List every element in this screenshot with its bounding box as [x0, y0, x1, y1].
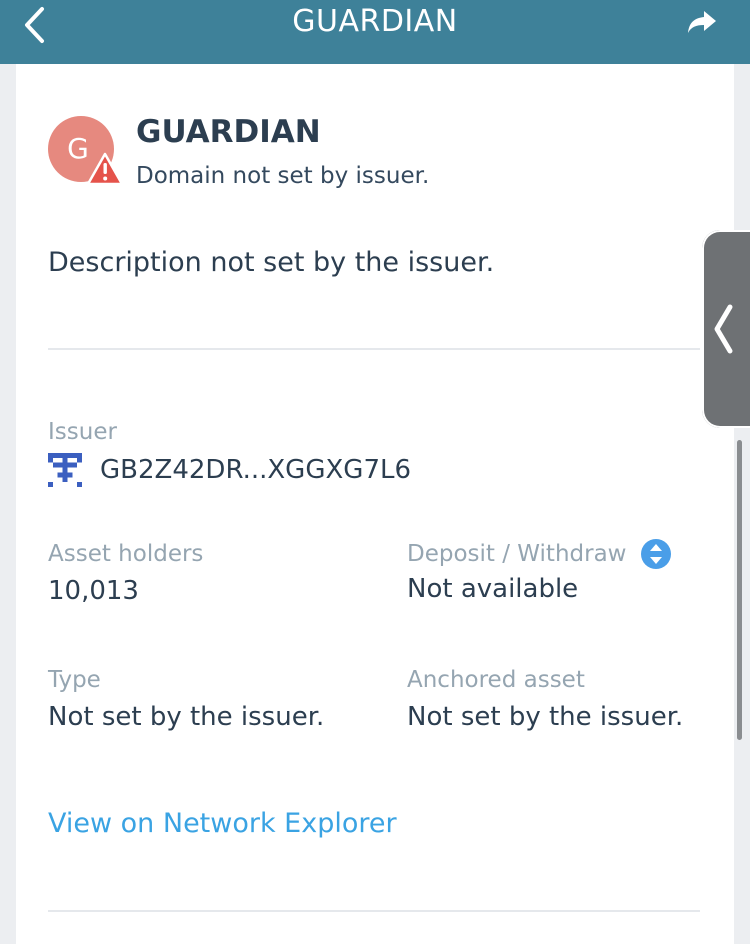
- nav-bar: GUARDIAN: [0, 0, 750, 64]
- holders-label: Asset holders: [48, 541, 204, 567]
- issuer-address: GB2Z42DR...XGGXG7L6: [100, 455, 412, 485]
- asset-card: G GUARDIAN Domain not set by issuer. Des…: [16, 64, 734, 944]
- asset-name: GUARDIAN: [136, 114, 321, 150]
- issuer-label: Issuer: [48, 419, 117, 445]
- issuer-account[interactable]: GB2Z42DR...XGGXG7L6: [48, 452, 411, 488]
- scrollbar[interactable]: [737, 440, 742, 740]
- warning-icon: [86, 152, 124, 186]
- type-label: Type: [48, 667, 101, 693]
- page-title: GUARDIAN: [292, 4, 458, 39]
- side-drawer-handle[interactable]: [702, 230, 750, 428]
- divider: [48, 348, 700, 350]
- anchored-asset-label: Anchored asset: [407, 667, 585, 693]
- asset-domain: Domain not set by issuer.: [136, 163, 430, 189]
- divider: [48, 910, 700, 912]
- type-value: Not set by the issuer.: [48, 702, 325, 732]
- share-arrow-icon: [688, 11, 716, 33]
- deposit-label: Deposit / Withdraw: [407, 541, 627, 567]
- deposit-withdraw-icon[interactable]: [640, 538, 672, 570]
- identicon-icon: [48, 453, 82, 487]
- deposit-header: Deposit / Withdraw: [407, 538, 672, 570]
- holders-value: 10,013: [48, 576, 139, 606]
- deposit-value: Not available: [407, 574, 579, 604]
- asset-description: Description not set by the issuer.: [48, 247, 495, 278]
- chevron-left-icon: [714, 304, 733, 354]
- anchored-asset-value: Not set by the issuer.: [407, 702, 684, 732]
- share-button[interactable]: [674, 0, 730, 44]
- network-explorer-link[interactable]: View on Network Explorer: [48, 808, 397, 839]
